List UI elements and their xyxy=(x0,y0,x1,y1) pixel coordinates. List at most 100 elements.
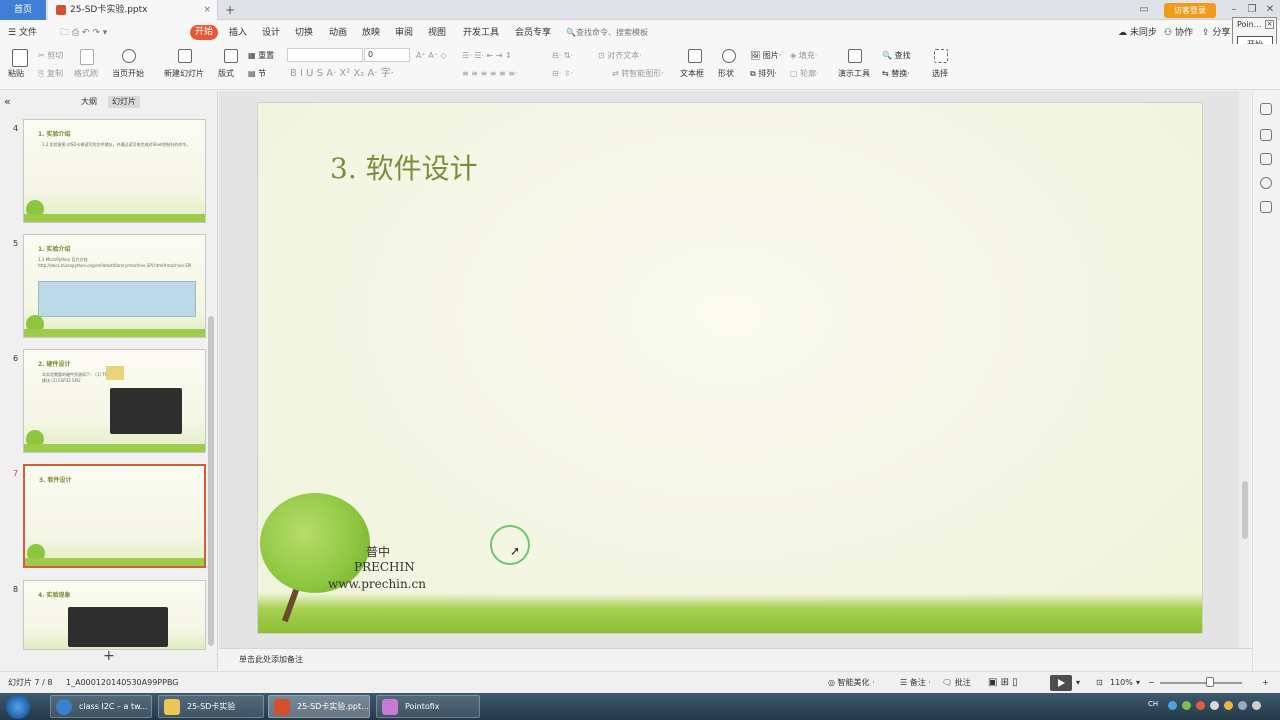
tab-outline[interactable]: 大纲 xyxy=(81,96,97,108)
shape-button[interactable]: 形状 xyxy=(718,68,734,80)
paste-button[interactable]: 粘贴 xyxy=(8,68,24,80)
tray-icon[interactable] xyxy=(1252,701,1261,710)
menu-slideshow[interactable]: 放映 xyxy=(362,25,380,41)
taskbar-item-presentation[interactable]: 25-SD卡实验.ppt... xyxy=(268,695,370,718)
reset-button[interactable]: ▦ 重置 xyxy=(248,50,274,62)
zoom-dropdown-chevron-icon[interactable]: ▾ xyxy=(1136,677,1140,689)
slide-thumbnail-active[interactable]: 3. 软件设计 xyxy=(23,464,206,568)
list-icons[interactable]: ☰· ☰· ⇤ ⇥ ↕ xyxy=(462,50,512,62)
canvas-scroll-thumb[interactable] xyxy=(1242,481,1248,539)
view-mode-icons[interactable]: ▣ ⊞ ▯ xyxy=(988,677,1018,689)
guest-login-button[interactable]: 访客登录 xyxy=(1164,3,1216,18)
paragraph-align-icons[interactable]: ≡ ≡ ≡ ≡ ≡ ≡· xyxy=(462,68,517,80)
taskbar-item-browser[interactable]: class I2C – a tw... xyxy=(50,695,152,718)
menu-review[interactable]: 审阅 xyxy=(395,25,413,41)
collab-button[interactable]: ⚇ 协作 xyxy=(1164,25,1193,41)
tab-close-icon[interactable]: × xyxy=(203,0,211,20)
command-search[interactable]: 🔍查找命令、搜索模板 xyxy=(566,25,648,41)
smartart-button[interactable]: ⇄ 转智能图形· xyxy=(612,68,664,80)
tab-document[interactable]: 25-SD卡实验.pptx × xyxy=(48,0,218,20)
taskbar-item-pointofix[interactable]: Pointofix xyxy=(376,695,480,718)
share-icon: ⇪ xyxy=(1202,28,1210,38)
notes-toggle-button[interactable]: ☰ 备注 · xyxy=(900,677,931,689)
fit-window-icon[interactable]: ⊡ xyxy=(1096,677,1103,689)
slide-thumbnail[interactable]: 2. 硬件设计 本实验需要的硬件资源如下： (1) TF卡模块 (2) ESP3… xyxy=(23,349,206,453)
play-options-chevron-icon[interactable]: ▾ xyxy=(1076,677,1080,689)
add-slide-button[interactable]: + xyxy=(103,648,115,664)
section-button[interactable]: ▤ 节 xyxy=(248,68,266,80)
slides-icon[interactable] xyxy=(1260,153,1272,165)
tray-icon[interactable] xyxy=(1210,701,1219,710)
picture-button[interactable]: 🖼 图片· xyxy=(750,50,781,62)
font-name-select[interactable] xyxy=(287,48,363,62)
new-tab-button[interactable]: + xyxy=(222,0,238,20)
collapse-panel-icon[interactable]: « xyxy=(4,96,11,108)
menu-animation[interactable]: 动画 xyxy=(329,25,347,41)
tray-icon[interactable] xyxy=(1196,701,1205,710)
slide-thumbnail[interactable]: 1. 实验介绍 1.2 实验意图 对SD卡做读写的文件储存，并通过读写来完成对S… xyxy=(23,119,206,223)
select-button[interactable]: 选择 xyxy=(932,68,948,80)
comments-button[interactable]: 🗨 批注 xyxy=(942,677,971,689)
replace-button[interactable]: ⇆ 替换· xyxy=(882,68,910,80)
arrange-button[interactable]: ⧉ 排列· xyxy=(750,68,777,80)
font-style-icons[interactable]: B I U S A· X² X₂ A· 字· xyxy=(290,68,394,80)
play-slideshow-button[interactable] xyxy=(1050,675,1072,691)
slide-thumbnail[interactable]: 1. 实验介绍 1.3 MicroPython 官方文档 http://docs… xyxy=(23,234,206,338)
menu-design[interactable]: 设计 xyxy=(262,25,280,41)
windows-start-icon[interactable] xyxy=(6,695,30,719)
format-painter-button[interactable]: 格式刷 xyxy=(74,68,98,80)
popup-close-icon[interactable]: × xyxy=(1265,20,1274,29)
presentation-tools-button[interactable]: 演示工具 xyxy=(838,68,870,80)
find-button[interactable]: 🔍 查找 xyxy=(882,50,911,62)
canvas-vertical-scrollbar[interactable] xyxy=(1239,91,1251,648)
menu-transition[interactable]: 切换 xyxy=(295,25,313,41)
window-layout-icon[interactable]: ▭ xyxy=(1136,0,1152,20)
properties-icon[interactable] xyxy=(1260,103,1272,115)
font-size-select[interactable]: 0 xyxy=(364,48,410,62)
animation-icon[interactable] xyxy=(1260,129,1272,141)
notes-pane[interactable]: 单击此处添加备注 xyxy=(219,648,1252,670)
layout-button[interactable]: 版式 xyxy=(218,68,234,80)
menu-view[interactable]: 视图 xyxy=(428,25,446,41)
menu-start[interactable]: 开始 xyxy=(190,25,218,40)
zoom-out-button[interactable]: − xyxy=(1148,677,1155,689)
outline-button[interactable]: ▢ 轮廓· xyxy=(790,68,819,80)
zoom-slider[interactable] xyxy=(1160,682,1242,684)
slide-editor[interactable]: 3. 软件设计 普中 PRECHIN www.prechin.cn xyxy=(257,102,1203,634)
zoom-level[interactable]: 110% xyxy=(1110,677,1133,689)
menu-insert[interactable]: 插入 xyxy=(229,25,247,41)
quick-access-icons[interactable]: 🗀 ⎙ ↶ ↷ ▾ xyxy=(60,25,107,41)
tab-home[interactable]: 首页 xyxy=(0,0,46,20)
tray-icon[interactable] xyxy=(1168,701,1177,710)
cut-button[interactable]: ✂ 剪切 xyxy=(38,50,63,62)
text-direction-icons[interactable]: ⊟· ⇅· xyxy=(552,50,573,62)
play-from-current-button[interactable]: 当页开始 xyxy=(112,68,144,80)
beautify-button[interactable]: ◎ 智能美化 · xyxy=(828,677,875,689)
slide-panel-scrollbar[interactable] xyxy=(208,316,214,646)
sync-status[interactable]: ☁ 未同步 xyxy=(1118,25,1157,41)
menu-file[interactable]: ☰ 文件 xyxy=(8,25,37,41)
tab-slides[interactable]: 幻灯片 xyxy=(108,96,140,108)
copy-button[interactable]: ⎘ 复制 xyxy=(38,68,63,80)
align-text-button[interactable]: ⊡ 对齐文本· xyxy=(598,50,642,62)
new-slide-button[interactable]: 新建幻灯片 xyxy=(164,68,204,80)
settings-icon[interactable] xyxy=(1260,201,1272,213)
input-language-indicator[interactable]: CH xyxy=(1148,700,1158,708)
line-spacing-icons[interactable]: ⊟· ⇳· xyxy=(552,68,573,80)
menu-developer[interactable]: 开发工具 xyxy=(463,25,499,41)
slide-thumbnail[interactable]: 4. 实验现象 xyxy=(23,580,206,650)
taskbar-item-folder[interactable]: 25-SD卡实验 xyxy=(158,695,264,718)
font-grow-shrink-icons[interactable]: A⁺ A⁻ ◇ xyxy=(416,50,447,62)
fill-button[interactable]: ◈ 填充· xyxy=(790,50,817,62)
tray-icon[interactable] xyxy=(1182,701,1191,710)
help-icon[interactable] xyxy=(1260,177,1272,189)
menu-member[interactable]: 会员专享 xyxy=(515,25,551,41)
share-button[interactable]: ⇪ 分享 xyxy=(1202,25,1230,41)
tray-icon[interactable] xyxy=(1238,701,1247,710)
notes-placeholder[interactable]: 单击此处添加备注 xyxy=(239,654,303,665)
tray-icon[interactable] xyxy=(1224,701,1233,710)
zoom-slider-knob[interactable] xyxy=(1206,677,1214,687)
textbox-button[interactable]: 文本框 xyxy=(680,68,704,80)
slide-title[interactable]: 3. 软件设计 xyxy=(330,147,478,187)
zoom-in-button[interactable]: + xyxy=(1262,677,1269,689)
